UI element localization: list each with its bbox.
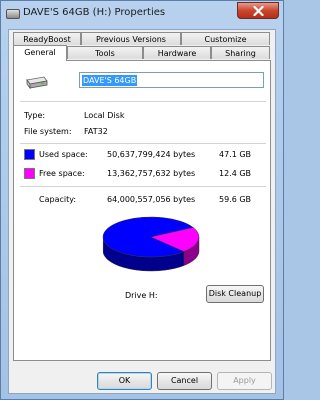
cancel-button[interactable]: Cancel xyxy=(157,372,212,390)
used-space-swatch xyxy=(24,149,35,160)
free-space-label: Free space: xyxy=(39,169,85,178)
close-button[interactable] xyxy=(237,2,279,19)
file-system-value: FAT32 xyxy=(84,127,108,136)
window-title: DAVE'S 64GB (H:) Properties xyxy=(23,7,166,18)
file-system-label: File system: xyxy=(24,127,72,136)
drive-icon xyxy=(6,9,20,19)
close-icon xyxy=(253,6,264,16)
tab-hardware[interactable]: Hardware xyxy=(143,46,211,59)
dialog-body: ReadyBoost Previous Versions Customize G… xyxy=(8,29,276,394)
apply-button[interactable]: Apply xyxy=(217,372,272,390)
tab-customize[interactable]: Customize xyxy=(181,32,270,45)
free-space-swatch xyxy=(24,168,35,179)
capacity-bytes: 64,000,557,056 bytes xyxy=(107,195,196,204)
disk-drive-icon xyxy=(26,76,48,90)
divider xyxy=(20,143,266,144)
title-bar[interactable]: DAVE'S 64GB (H:) Properties xyxy=(1,1,283,27)
capacity-size: 59.6 GB xyxy=(219,195,252,204)
tab-sharing[interactable]: Sharing xyxy=(211,46,270,59)
divider xyxy=(20,186,266,187)
capacity-label: Capacity: xyxy=(39,195,77,204)
ok-button[interactable]: OK xyxy=(97,372,152,390)
drive-name-value: DAVE'S 64GB xyxy=(82,75,138,86)
general-panel: DAVE'S 64GB Type: Local Disk File system… xyxy=(13,60,271,361)
type-value: Local Disk xyxy=(84,111,125,120)
drive-letter-label: Drive H: xyxy=(125,291,158,300)
used-space-size: 47.1 GB xyxy=(219,150,252,159)
free-space-bytes: 13,362,757,632 bytes xyxy=(107,169,196,178)
divider xyxy=(20,101,266,102)
used-space-bytes: 50,637,799,424 bytes xyxy=(107,150,196,159)
tab-general[interactable]: General xyxy=(13,45,67,61)
free-space-size: 12.4 GB xyxy=(219,169,252,178)
disk-cleanup-button[interactable]: Disk Cleanup xyxy=(206,285,264,303)
tab-tools[interactable]: Tools xyxy=(67,46,143,59)
disk-usage-pie-chart xyxy=(102,216,200,272)
type-label: Type: xyxy=(24,111,46,120)
properties-window: DAVE'S 64GB (H:) Properties ReadyBoost P… xyxy=(0,0,284,400)
drive-name-input[interactable]: DAVE'S 64GB xyxy=(79,72,264,88)
tab-readyboost[interactable]: ReadyBoost xyxy=(13,32,81,45)
used-space-label: Used space: xyxy=(39,150,88,159)
tab-previous-versions[interactable]: Previous Versions xyxy=(81,32,181,45)
